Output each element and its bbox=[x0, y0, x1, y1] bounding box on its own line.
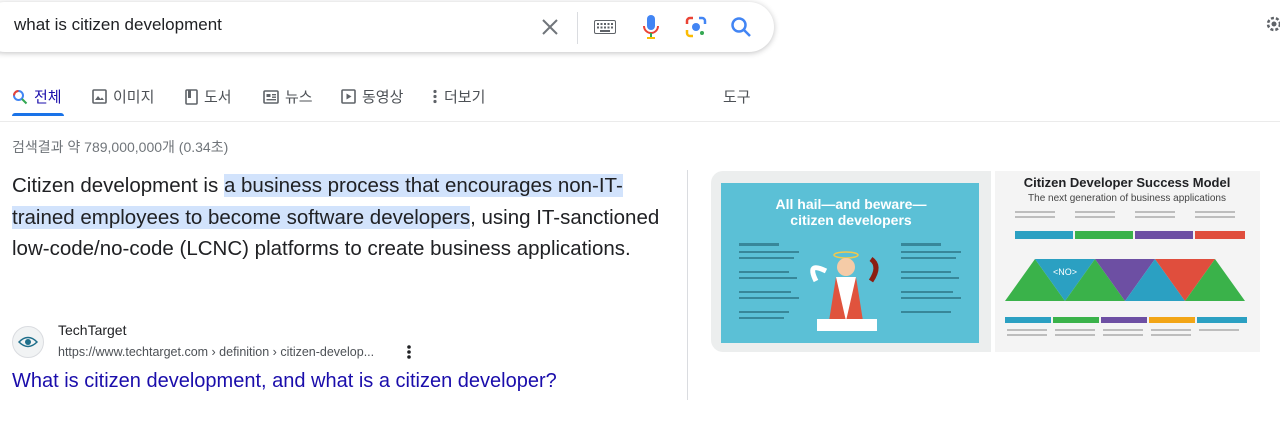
search-icon[interactable] bbox=[726, 12, 756, 42]
more-vert-icon bbox=[433, 89, 437, 104]
clear-icon[interactable] bbox=[535, 12, 565, 42]
mic-icon[interactable] bbox=[636, 12, 666, 42]
image-icon bbox=[92, 89, 107, 104]
site-favicon-icon bbox=[12, 326, 44, 358]
tab-books[interactable]: 도서 bbox=[185, 86, 232, 107]
vertical-divider bbox=[687, 170, 688, 400]
tab-label: 더보기 bbox=[444, 89, 486, 106]
result-image-2[interactable]: Citizen Developer Success Model The next… bbox=[995, 171, 1260, 352]
svg-text:The next generation of busines: The next generation of business applicat… bbox=[1028, 193, 1226, 204]
site-url: https://www.techtarget.com › definition … bbox=[58, 345, 375, 359]
snippet-text-before: Citizen development is bbox=[12, 174, 224, 197]
tabs-divider bbox=[0, 121, 1280, 122]
tab-more[interactable]: 더보기 bbox=[432, 86, 485, 107]
search-input[interactable]: what is citizen development bbox=[14, 15, 222, 35]
tab-label: 전체 bbox=[34, 89, 62, 106]
search-divider bbox=[577, 12, 578, 44]
settings-icon[interactable] bbox=[1264, 14, 1280, 34]
search-tabs: 전체 이미지 도서 뉴스 동영상 더보기 bbox=[0, 82, 1280, 116]
svg-text:All hail—and beware—: All hail—and beware— bbox=[776, 196, 927, 212]
tab-videos[interactable]: 동영상 bbox=[341, 86, 403, 107]
result-image-1[interactable]: All hail—and beware— citizen developers bbox=[711, 171, 991, 352]
source-info[interactable]: TechTarget https://www.techtarget.com › … bbox=[12, 322, 672, 362]
tab-label: 뉴스 bbox=[285, 89, 313, 106]
video-icon bbox=[341, 89, 356, 104]
svg-text:Citizen Developer Success Mode: Citizen Developer Success Model bbox=[1024, 175, 1231, 190]
featured-snippet: Citizen development is a business proces… bbox=[12, 170, 662, 265]
result-stats: 검색결과 약 789,000,000개 (0.34초) bbox=[12, 139, 229, 155]
site-name: TechTarget bbox=[58, 322, 127, 338]
news-icon bbox=[263, 89, 279, 104]
more-options-icon[interactable] bbox=[406, 344, 416, 362]
tab-label: 동영상 bbox=[362, 89, 404, 106]
svg-text:citizen developers: citizen developers bbox=[790, 212, 912, 228]
tab-images[interactable]: 이미지 bbox=[92, 86, 154, 107]
keyboard-icon[interactable] bbox=[590, 12, 620, 42]
search-icon bbox=[13, 89, 28, 104]
book-icon bbox=[185, 88, 198, 105]
tools-button[interactable]: 도구 bbox=[723, 86, 751, 107]
tab-label: 이미지 bbox=[113, 89, 155, 106]
active-tab-indicator bbox=[12, 113, 64, 116]
tab-label: 도서 bbox=[204, 89, 232, 106]
tab-all[interactable]: 전체 bbox=[12, 86, 62, 107]
tab-news[interactable]: 뉴스 bbox=[263, 86, 313, 107]
svg-text:<NO>: <NO> bbox=[1053, 267, 1077, 277]
lens-icon[interactable] bbox=[681, 12, 711, 42]
search-bar[interactable]: what is citizen development bbox=[0, 2, 774, 52]
result-title-link[interactable]: What is citizen development, and what is… bbox=[12, 370, 557, 393]
